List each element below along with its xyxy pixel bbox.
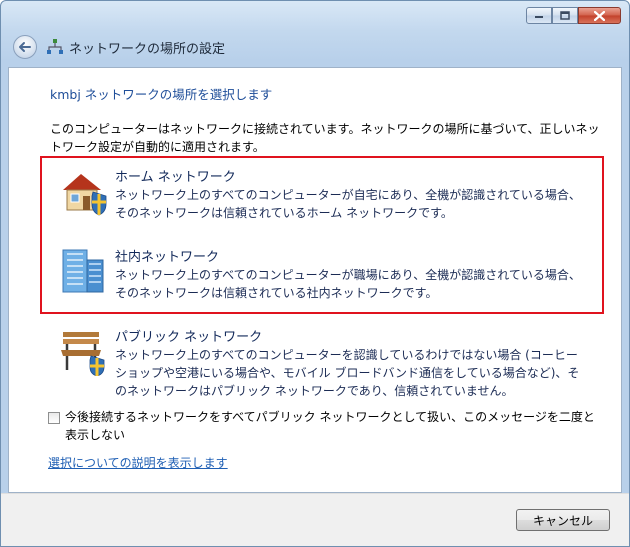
intro-text: このコンピューターはネットワークに接続されています。ネットワークの場所に基づいて… <box>50 122 600 154</box>
option-description: ネットワーク上のすべてのコンピューターを認識しているわけではない場合 (コーヒー… <box>115 346 595 400</box>
option-desc-line: のネットワークはパブリック ネットワークであり、信頼されていません。 <box>115 384 514 398</box>
option-desc-line: ネットワーク上のすべてのコンピューターが自宅にあり、全機が認識されている場合、 <box>115 188 581 202</box>
back-button[interactable] <box>13 35 37 59</box>
option-title: ホーム ネットワーク <box>115 170 236 185</box>
close-button[interactable] <box>578 7 621 24</box>
back-arrow-icon <box>19 42 31 52</box>
treat-as-public-label[interactable]: 今後接続するネットワークをすべてパブリック ネットワークとして扱い、このメッセー… <box>65 408 605 444</box>
cancel-button[interactable]: キャンセル <box>516 509 610 531</box>
home-network-icon <box>63 174 107 216</box>
caption-buttons <box>526 7 621 24</box>
option-description: ネットワーク上のすべてのコンピューターが自宅にあり、全機が認識されている場合、 … <box>115 186 595 222</box>
option-home-network[interactable]: ホーム ネットワーク ネットワーク上のすべてのコンピューターが自宅にあり、全機が… <box>59 166 599 226</box>
treat-as-public-checkbox[interactable] <box>48 412 60 424</box>
option-title: パブリック ネットワーク <box>115 330 263 345</box>
work-network-icon <box>62 249 104 293</box>
window-title: ネットワークの場所の設定 <box>69 42 226 57</box>
option-description: ネットワーク上のすべてのコンピューターが職場にあり、全機が認識されている場合、 … <box>115 266 595 302</box>
option-desc-line: そのネットワークは信頼されているホーム ネットワークです。 <box>115 206 453 220</box>
dialog-window: ネットワークの場所の設定 kmbj ネットワークの場所を選択します このコンピュ… <box>0 0 630 547</box>
dialog-footer: キャンセル <box>1 493 629 546</box>
option-desc-line: ネットワーク上のすべてのコンピューターを認識しているわけではない場合 (コーヒー <box>115 348 578 362</box>
option-desc-line: そのネットワークは信頼されている社内ネットワークです。 <box>115 286 438 300</box>
maximize-button[interactable] <box>552 7 578 24</box>
help-link[interactable]: 選択についての説明を表示します <box>48 454 228 471</box>
close-icon <box>594 10 605 21</box>
option-desc-line: ネットワーク上のすべてのコンピューターが職場にあり、全機が認識されている場合、 <box>115 268 581 282</box>
minimize-icon <box>535 15 543 18</box>
option-public-network[interactable]: パブリック ネットワーク ネットワーク上のすべてのコンピューターを認識しているわ… <box>59 326 599 404</box>
option-work-network[interactable]: 社内ネットワーク ネットワーク上のすべてのコンピューターが職場にあり、全機が認識… <box>59 246 599 306</box>
minimize-button[interactable] <box>526 7 552 24</box>
public-network-icon <box>61 332 105 376</box>
content-pane: kmbj ネットワークの場所を選択します このコンピューターはネットワークに接続… <box>8 67 622 493</box>
page-heading: kmbj ネットワークの場所を選択します <box>50 87 273 102</box>
option-desc-line: ショップや空港にいる場合や、モバイル ブロードバンド通信をしている場合など)、そ <box>115 366 580 380</box>
option-title: 社内ネットワーク <box>115 250 220 265</box>
network-icon <box>47 39 63 54</box>
maximize-icon <box>560 11 570 20</box>
